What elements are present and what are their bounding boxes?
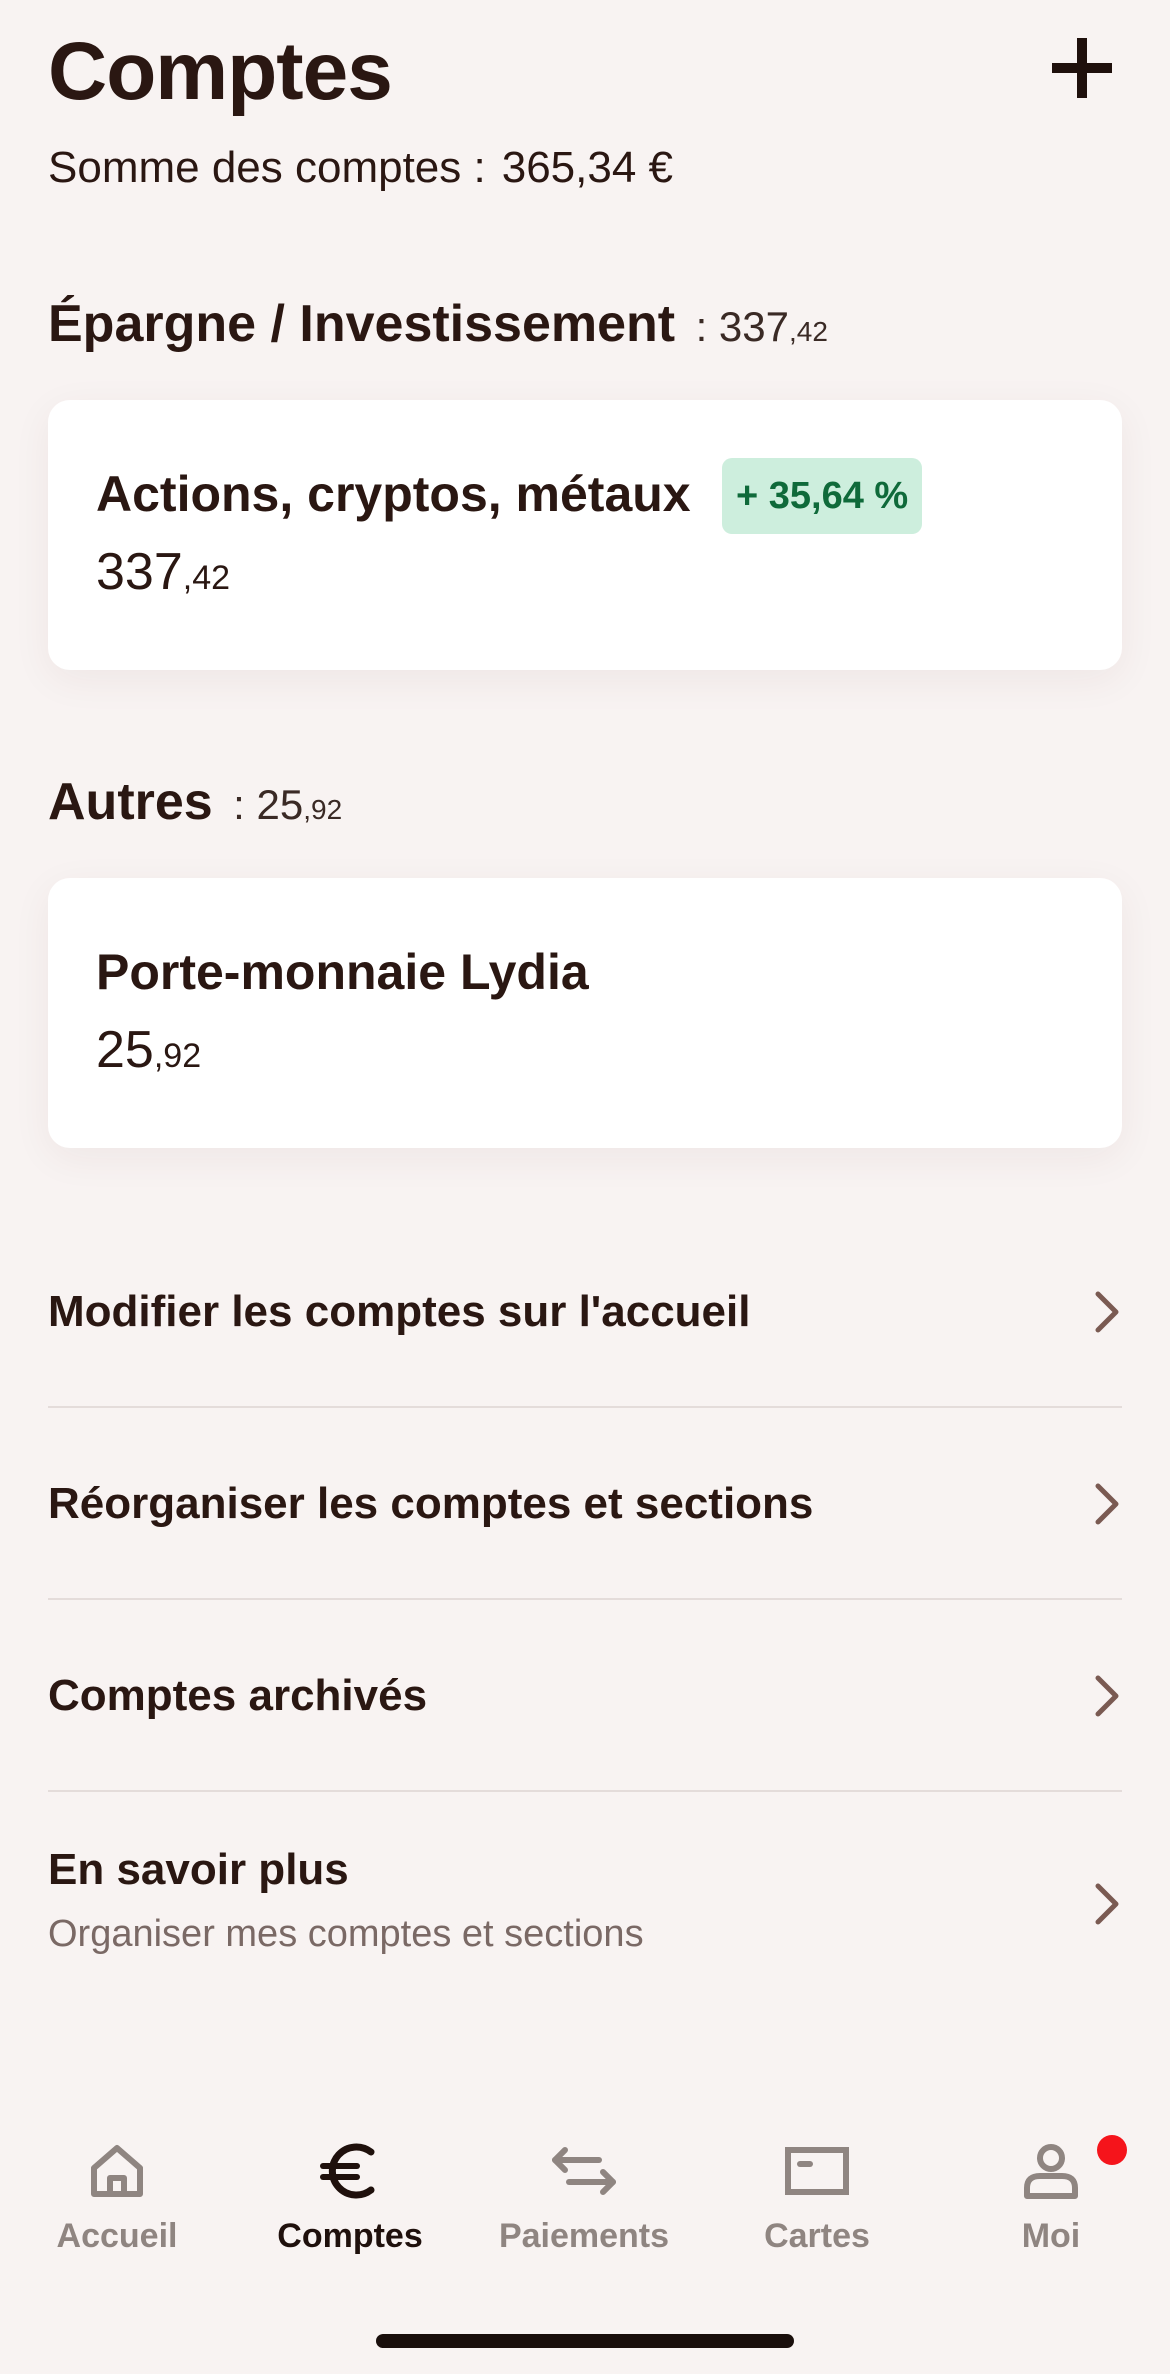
accounts-screen: Comptes Somme des comptes : 365,34 € Épar… — [0, 0, 1170, 2374]
tab-comptes[interactable]: Comptes — [250, 2140, 450, 2280]
card-icon — [785, 2147, 849, 2195]
section-total-main: : 25 — [233, 781, 304, 828]
chevron-right-icon — [1095, 1883, 1119, 1925]
accounts-sum: Somme des comptes : 365,34 € — [48, 140, 673, 196]
page-title: Comptes — [48, 26, 393, 117]
section-title: Épargne / Investissement — [48, 295, 676, 353]
tab-label: Paiements — [498, 2217, 670, 2255]
divider — [48, 1790, 1122, 1792]
sum-value: 365,34 € — [501, 143, 674, 192]
menu-item-archived-accounts[interactable]: Comptes archivés — [48, 1646, 1122, 1746]
account-name: Porte-monnaie Lydia — [96, 944, 589, 1000]
section-heading-savings: Épargne / Investissement : 337,42 — [48, 292, 828, 364]
add-account-button[interactable] — [1050, 36, 1114, 100]
euro-icon — [320, 2143, 375, 2199]
home-icon — [91, 2145, 143, 2197]
balance-main: 337 — [96, 543, 183, 601]
section-total-cents: ,92 — [303, 794, 343, 825]
chevron-right-icon — [1095, 1291, 1119, 1333]
menu-item-label: Réorganiser les comptes et sections — [48, 1479, 814, 1528]
sum-label: Somme des comptes : — [48, 143, 486, 192]
section-heading-others: Autres : 25,92 — [48, 770, 342, 842]
tab-cartes[interactable]: Cartes — [717, 2140, 917, 2280]
chevron-right-icon — [1095, 1675, 1119, 1717]
account-card-lydia-wallet[interactable]: Porte-monnaie Lydia 25,92 — [48, 878, 1122, 1148]
menu-item-label: Modifier les comptes sur l'accueil — [48, 1287, 751, 1336]
balance-main: 25 — [96, 1021, 154, 1079]
section-total-cents: ,42 — [789, 316, 828, 347]
notification-badge — [1097, 2135, 1127, 2165]
tab-label: Accueil — [56, 2217, 178, 2255]
menu-item-label: Comptes archivés — [48, 1671, 428, 1720]
account-balance: 25,92 — [96, 1018, 201, 1088]
plus-icon — [1052, 38, 1112, 98]
menu-item-sublabel: Organiser mes comptes et sections — [48, 1913, 644, 1955]
menu-item-learn-more[interactable]: En savoir plus Organiser mes comptes et … — [48, 1830, 1122, 1970]
account-balance: 337,42 — [96, 540, 230, 610]
section-title: Autres — [48, 773, 213, 831]
transfer-arrows-icon — [552, 2147, 616, 2195]
person-icon — [1024, 2144, 1078, 2199]
tab-label: Moi — [1021, 2217, 1081, 2255]
menu-item-label: En savoir plus — [48, 1845, 349, 1894]
divider — [48, 1598, 1122, 1600]
tab-accueil[interactable]: Accueil — [17, 2140, 217, 2280]
divider — [48, 1406, 1122, 1408]
section-total: : 337,42 — [696, 303, 828, 350]
tab-label: Cartes — [764, 2217, 870, 2255]
account-card-investments[interactable]: Actions, cryptos, métaux + 35,64 % 337,4… — [48, 400, 1122, 670]
balance-cents: ,42 — [182, 559, 231, 597]
tab-label: Comptes — [277, 2217, 423, 2255]
chevron-right-icon — [1095, 1483, 1119, 1525]
performance-badge: + 35,64 % — [722, 458, 923, 534]
section-total-main: : 337 — [695, 303, 789, 350]
menu-item-reorganize[interactable]: Réorganiser les comptes et sections — [48, 1454, 1122, 1554]
balance-cents: ,92 — [153, 1037, 202, 1075]
account-name: Actions, cryptos, métaux — [96, 466, 691, 522]
home-indicator[interactable] — [376, 2334, 794, 2348]
tab-paiements[interactable]: Paiements — [484, 2140, 684, 2280]
menu-item-edit-home-accounts[interactable]: Modifier les comptes sur l'accueil — [48, 1262, 1122, 1362]
section-total: : 25,92 — [233, 781, 342, 828]
